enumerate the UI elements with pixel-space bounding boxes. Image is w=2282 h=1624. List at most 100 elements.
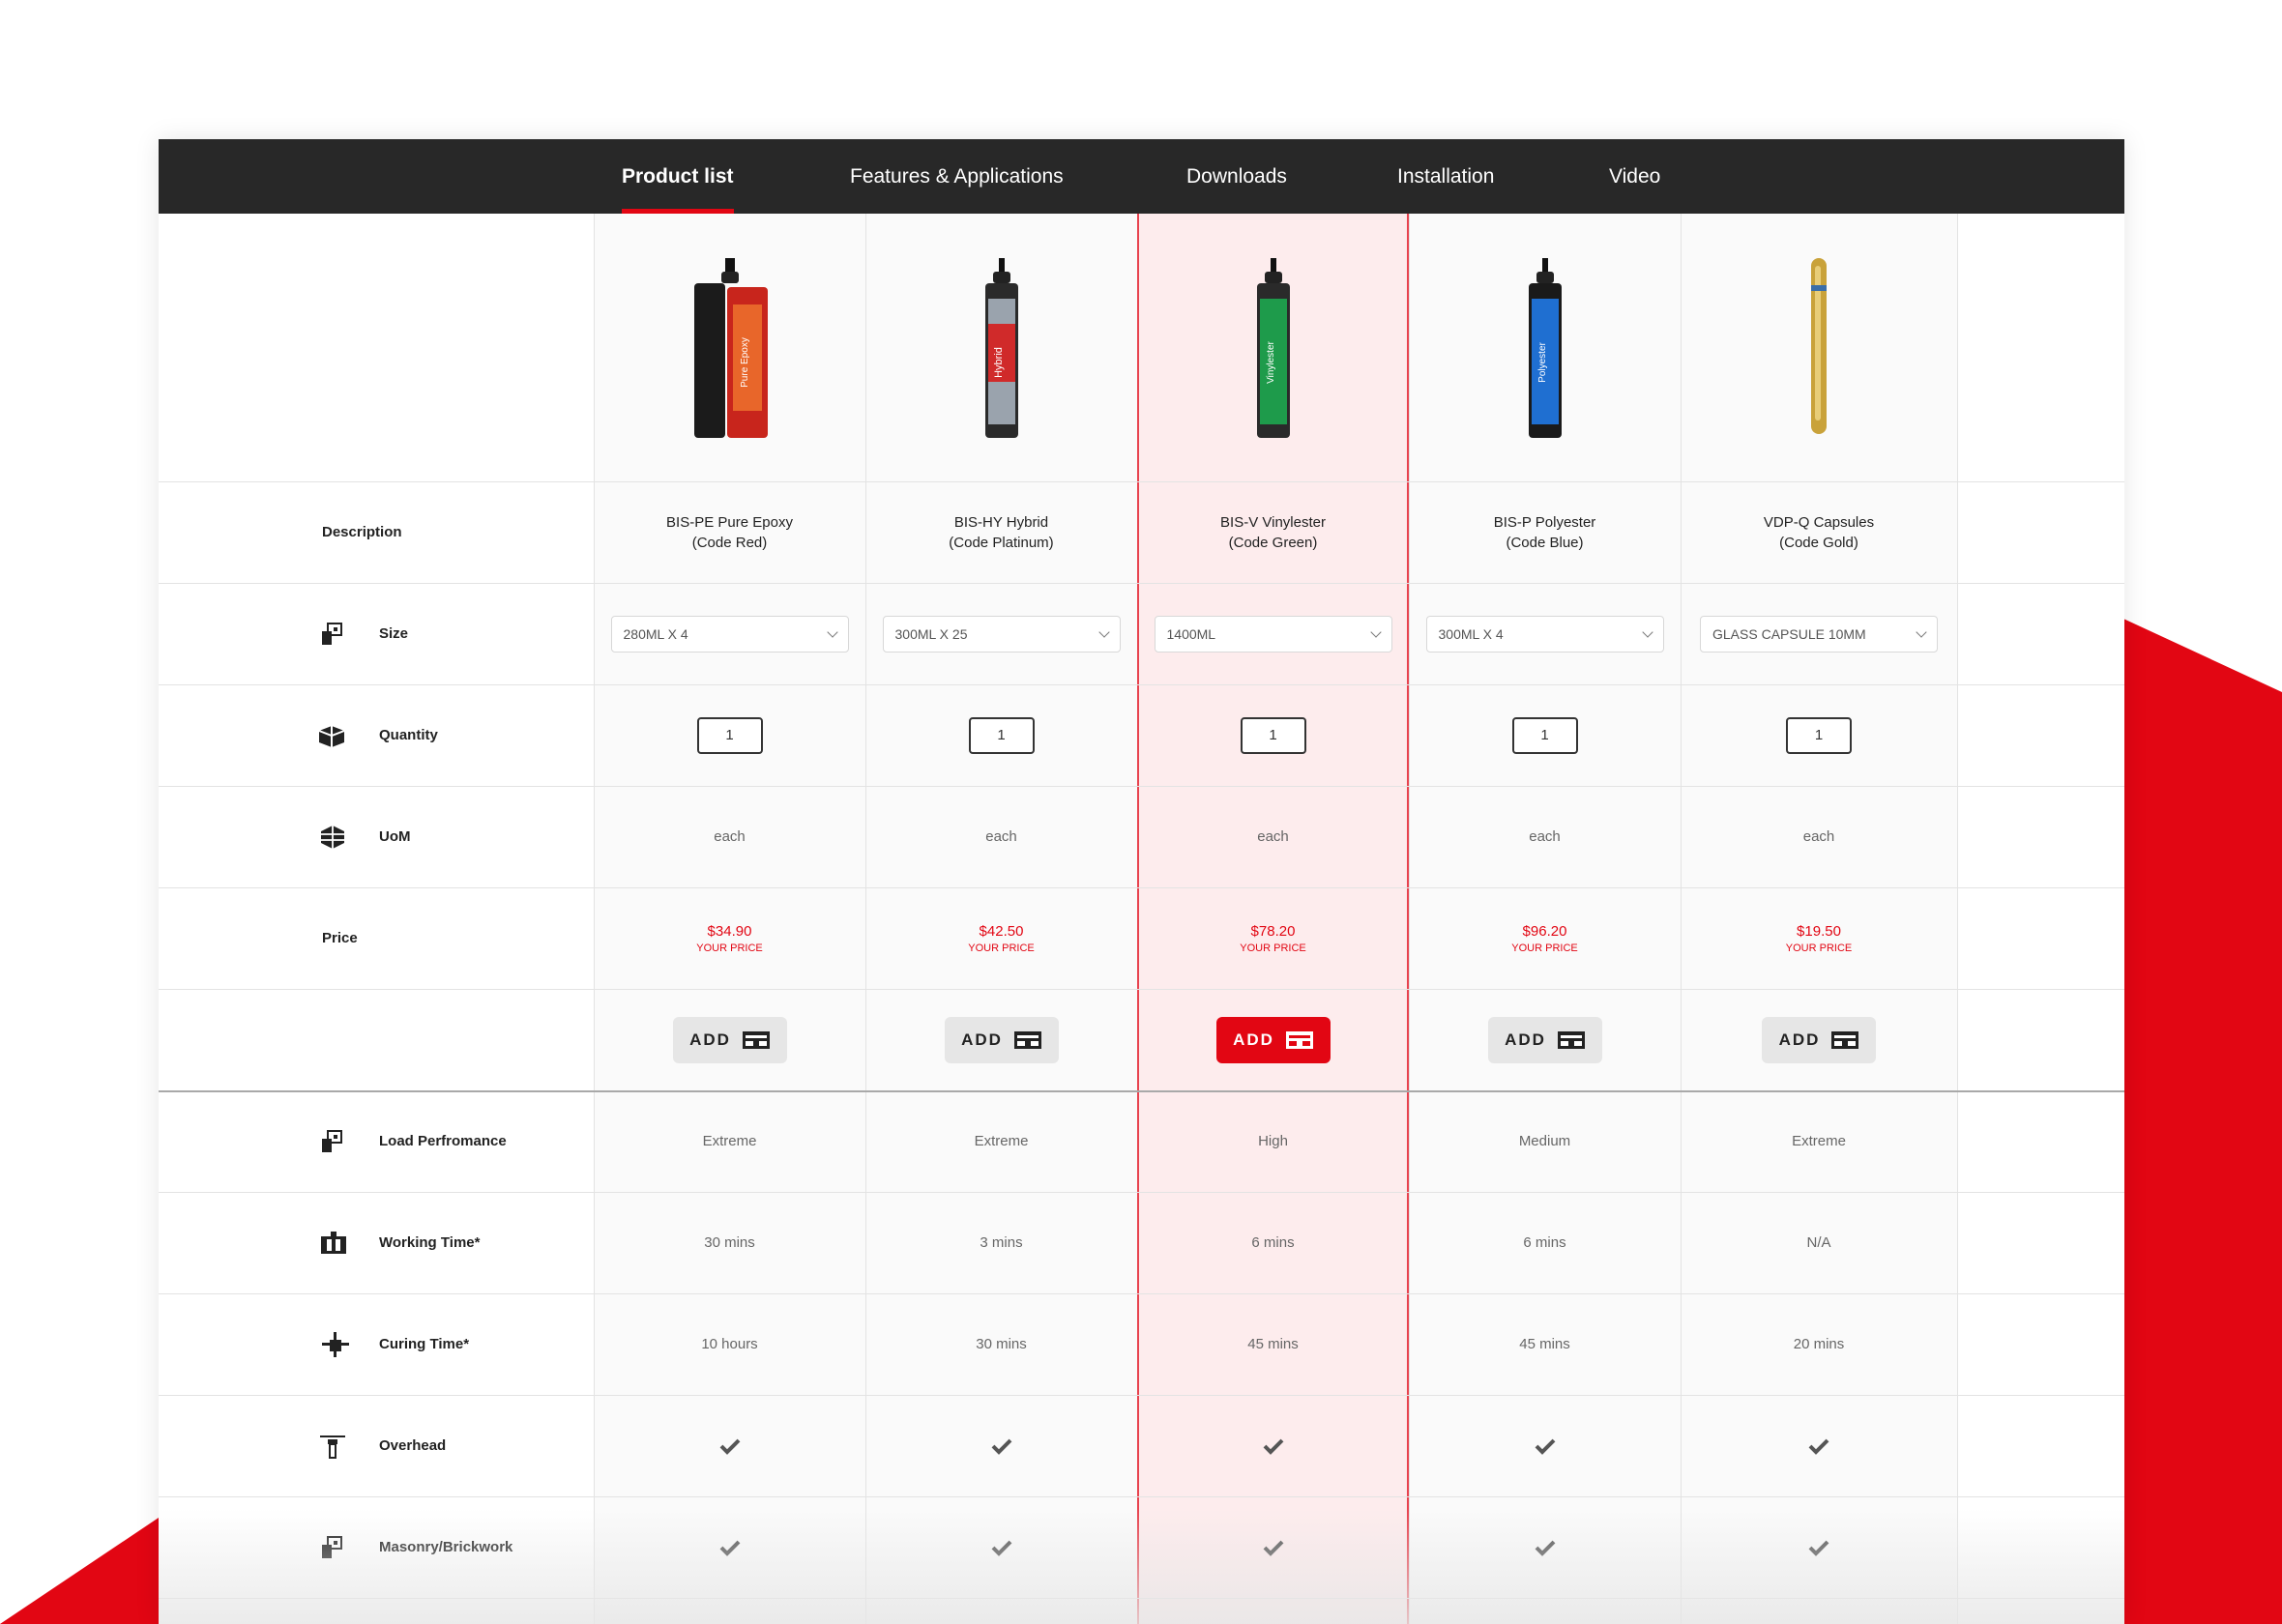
price-amount: $96.20 — [1522, 922, 1567, 940]
cart-icon — [1557, 1030, 1585, 1049]
size-cell: 280ML X 4 — [594, 583, 865, 684]
add-to-cart-button[interactable]: ADD — [944, 1016, 1059, 1063]
svg-text:Hybrid: Hybrid — [993, 347, 1005, 378]
size-select[interactable]: 1400ML — [1154, 615, 1392, 652]
size-cell: 300ML X 25 — [865, 583, 1137, 684]
row-label-text: Description — [322, 524, 402, 540]
product-name: BIS-HY Hybrid — [953, 513, 1049, 531]
row-label-text: Quantity — [379, 727, 438, 743]
overhead-icon — [320, 1435, 345, 1459]
row-label-text: Size — [379, 625, 409, 642]
check-icon — [1263, 1540, 1283, 1556]
add-cell: ADD — [594, 989, 865, 1090]
quantity-cell — [1681, 684, 1957, 786]
chevron-down-icon — [1097, 625, 1110, 638]
check-icon — [991, 1540, 1011, 1556]
product-image: Pure Epoxy — [594, 214, 865, 481]
uom-value: each — [985, 828, 1017, 845]
quantity-input[interactable] — [1240, 716, 1306, 754]
add-button-label: ADD — [1233, 1030, 1274, 1049]
product-name: BIS-PE Pure Epoxy — [666, 513, 793, 531]
add-to-cart-button[interactable]: ADD — [1215, 1016, 1331, 1063]
tab-installation[interactable]: Installation — [1397, 139, 1494, 214]
load-value: Extreme — [1792, 1133, 1846, 1149]
tab-bar: Product list Features & Applications Dow… — [159, 139, 2124, 214]
chevron-down-icon — [1916, 625, 1927, 638]
size-select[interactable]: 280ML X 4 — [610, 615, 849, 652]
row-label-text: Load Perfromance — [379, 1133, 507, 1149]
product-code: (Code Green) — [1228, 534, 1318, 551]
quantity-input[interactable] — [1786, 716, 1852, 754]
working-time-value: 6 mins — [1251, 1234, 1295, 1251]
uom-value: each — [714, 828, 746, 845]
product-comparison-table: Pure Epoxy Hybrid Vinylester Polyester D… — [159, 214, 2124, 1624]
tab-product-list[interactable]: Product list — [622, 139, 734, 214]
row-label-curing-time: Curing Time* — [159, 1293, 594, 1395]
add-button-label: ADD — [961, 1030, 1003, 1049]
check-icon — [1808, 1540, 1829, 1556]
check-cell — [1409, 1395, 1681, 1496]
quantity-input[interactable] — [696, 716, 763, 754]
price-note: YOUR PRICE — [1240, 942, 1306, 954]
size-select[interactable]: 300ML X 4 — [1425, 615, 1664, 652]
size-select-value: 280ML X 4 — [623, 625, 688, 642]
empty-column — [1957, 214, 2124, 1624]
row-label-overhead: Overhead — [159, 1395, 594, 1496]
check-icon — [1808, 1438, 1829, 1455]
check-cell — [1137, 1395, 1409, 1496]
curing-icon — [322, 1331, 349, 1357]
check-icon — [991, 1438, 1011, 1455]
cart-icon — [1831, 1030, 1859, 1049]
add-cell: ADD — [865, 989, 1137, 1090]
anchor-icon — [322, 1129, 342, 1152]
quantity-input[interactable] — [968, 716, 1035, 754]
price-cell: $78.20 YOUR PRICE — [1137, 887, 1409, 989]
price-cell: $34.90 YOUR PRICE — [594, 887, 865, 989]
product-image: Polyester — [1409, 214, 1681, 481]
price-note: YOUR PRICE — [696, 942, 763, 954]
svg-text:Polyester: Polyester — [1537, 341, 1548, 382]
load-value: Extreme — [974, 1133, 1029, 1149]
timer-icon — [321, 1231, 346, 1254]
chevron-down-icon — [1641, 625, 1653, 638]
add-to-cart-button[interactable]: ADD — [672, 1016, 787, 1063]
size-cell: 1400ML — [1137, 583, 1409, 684]
product-code: (Code Platinum) — [949, 534, 1054, 551]
chevron-down-icon — [826, 625, 838, 638]
curing-time-value: 10 hours — [701, 1336, 758, 1352]
quantity-cell — [1409, 684, 1681, 786]
add-cell: ADD — [1681, 989, 1957, 1090]
working-time-value: 3 mins — [980, 1234, 1023, 1251]
quantity-cell — [594, 684, 865, 786]
uom-value: each — [1257, 828, 1289, 845]
row-divider — [159, 1598, 2124, 1599]
cube-icon — [321, 825, 344, 849]
tab-video[interactable]: Video — [1609, 139, 1660, 214]
size-select[interactable]: GLASS CAPSULE 10MM — [1700, 615, 1938, 652]
load-value: Medium — [1518, 1133, 1571, 1149]
product-description: VDP-Q Capsules (Code Gold) — [1681, 481, 1957, 583]
check-cell — [594, 1496, 865, 1598]
price-cell: $96.20 YOUR PRICE — [1409, 887, 1681, 989]
product-name: BIS-V Vinylester — [1220, 513, 1326, 531]
check-cell — [594, 1395, 865, 1496]
check-icon — [1535, 1438, 1555, 1455]
row-label-size: Size — [159, 583, 594, 684]
tab-downloads[interactable]: Downloads — [1186, 139, 1287, 214]
add-cell: ADD — [1409, 989, 1681, 1090]
add-to-cart-button[interactable]: ADD — [1762, 1016, 1876, 1063]
anchor-icon — [322, 622, 342, 645]
price-cell: $42.50 YOUR PRICE — [865, 887, 1137, 989]
tab-features-applications[interactable]: Features & Applications — [850, 139, 1064, 214]
row-label-working-time: Working Time* — [159, 1192, 594, 1293]
quantity-input[interactable] — [1511, 716, 1578, 754]
add-button-label: ADD — [1505, 1030, 1546, 1049]
add-to-cart-button[interactable]: ADD — [1487, 1016, 1602, 1063]
size-cell: 300ML X 4 — [1409, 583, 1681, 684]
uom-value: each — [1529, 828, 1561, 845]
product-name: BIS-P Polyester — [1493, 513, 1596, 531]
load-value: High — [1258, 1133, 1288, 1149]
curing-time-value: 20 mins — [1793, 1336, 1845, 1352]
size-select[interactable]: 300ML X 25 — [882, 615, 1121, 652]
check-icon — [1535, 1540, 1555, 1556]
